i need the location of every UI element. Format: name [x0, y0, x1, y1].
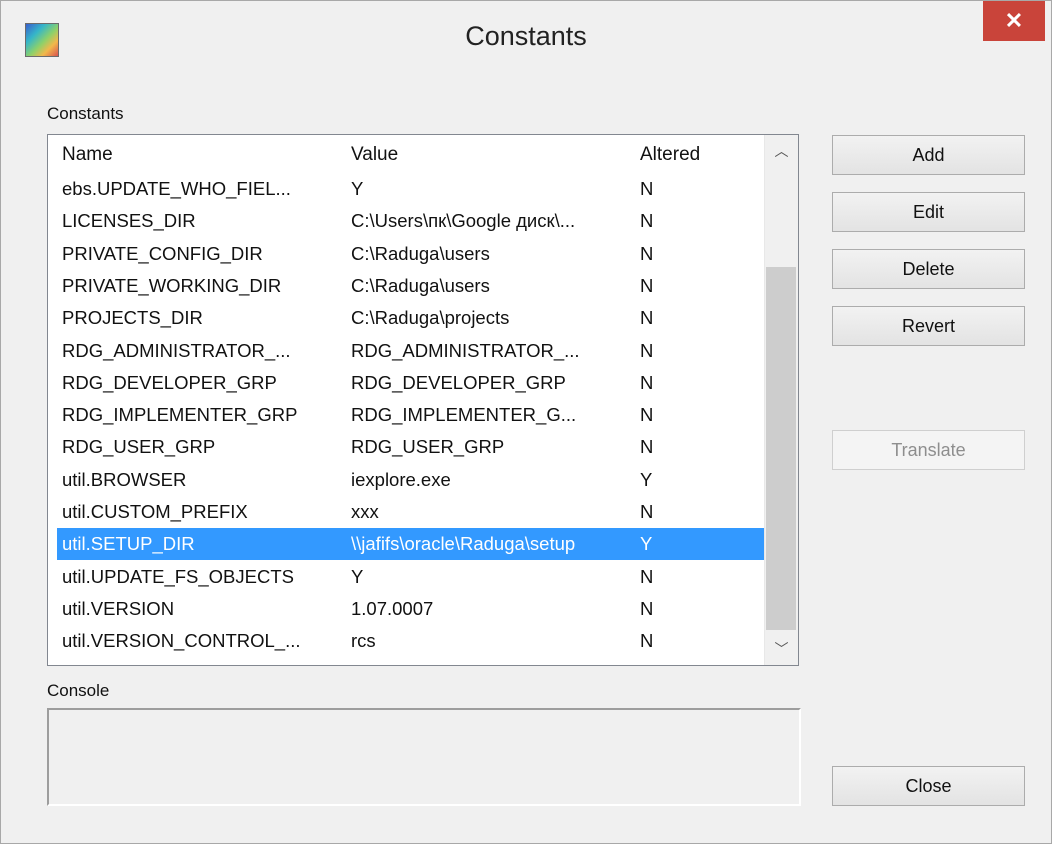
cell-name: util.VERSION — [62, 597, 175, 619]
cell-value: RDG_DEVELOPER_GRP — [351, 371, 566, 393]
vertical-scrollbar[interactable]: ︿ ﹀ — [764, 135, 798, 665]
table-row[interactable]: RDG_USER_GRP RDG_USER_GRP N — [57, 431, 766, 463]
cell-name: RDG_ADMINISTRATOR_... — [62, 339, 291, 361]
edit-button[interactable]: Edit — [832, 192, 1025, 232]
cell-altered: N — [640, 565, 654, 587]
constants-group-label: Constants — [47, 104, 124, 123]
cell-altered: N — [640, 501, 654, 522]
translate-button: Translate — [832, 430, 1025, 470]
cell-altered: N — [640, 274, 654, 296]
chevron-down-icon: ﹀ — [774, 641, 789, 657]
column-header-altered[interactable]: Altered — [640, 144, 700, 166]
cell-altered: N — [640, 436, 654, 458]
cell-value: xxx — [351, 501, 379, 522]
cell-name: util.BROWSER — [62, 468, 187, 490]
cell-altered: N — [640, 307, 654, 329]
table-row[interactable]: util.VERSION_CONTROL_... rcs N — [57, 625, 766, 657]
list-header: Name Value Altered — [48, 135, 766, 173]
cell-altered: N — [640, 630, 654, 652]
table-row[interactable]: util.VERSION 1.07.0007 N — [57, 593, 766, 625]
revert-button[interactable]: Revert — [832, 306, 1025, 346]
cell-altered: N — [640, 404, 654, 426]
cell-value: rcs — [351, 630, 376, 652]
cell-altered: N — [640, 242, 654, 264]
close-window-button[interactable]: ✕ — [983, 1, 1045, 41]
cell-value: C:\Raduga\projects — [351, 307, 510, 329]
table-row[interactable]: PRIVATE_CONFIG_DIR C:\Raduga\users N — [57, 238, 766, 270]
column-header-value[interactable]: Value — [351, 144, 398, 166]
table-row[interactable]: RDG_ADMINISTRATOR_... RDG_ADMINISTRATOR_.… — [57, 335, 766, 367]
table-row[interactable]: PRIVATE_WORKING_DIR C:\Raduga\users N — [57, 270, 766, 302]
table-row[interactable]: RDG_DEVELOPER_GRP RDG_DEVELOPER_GRP N — [57, 367, 766, 399]
cell-altered: N — [640, 178, 654, 199]
console-group-label: Console — [47, 681, 110, 700]
table-row[interactable]: ebs.UPDATE_WHO_FIEL... Y N — [57, 173, 766, 205]
cell-altered: Y — [640, 468, 653, 490]
cell-altered: N — [640, 339, 654, 361]
table-row[interactable]: PROJECTS_DIR C:\Raduga\projects N — [57, 302, 766, 334]
cell-name: PRIVATE_CONFIG_DIR — [62, 242, 263, 264]
cell-name: PROJECTS_DIR — [62, 307, 203, 329]
table-row[interactable]: util.CUSTOM_PREFIX xxx N — [57, 496, 766, 528]
cell-altered: N — [640, 210, 654, 232]
cell-name: LICENSES_DIR — [62, 210, 196, 232]
cell-value: iexplore.exe — [351, 468, 451, 490]
cell-value: 1.07.0007 — [351, 597, 434, 619]
title-bar[interactable]: Constants ✕ — [1, 1, 1051, 85]
constants-list[interactable]: Name Value Altered ebs.UPDATE_WHO_FIEL..… — [47, 134, 799, 666]
cell-value: RDG_ADMINISTRATOR_... — [351, 339, 580, 361]
cell-name: util.SETUP_DIR — [62, 533, 195, 555]
cell-value: RDG_USER_GRP — [351, 436, 505, 458]
table-row[interactable]: util.BROWSER iexplore.exe Y — [57, 464, 766, 496]
scroll-up-button[interactable]: ︿ — [765, 135, 798, 167]
cell-name: util.CUSTOM_PREFIX — [62, 501, 248, 522]
cell-value: C:\Users\пк\Google диск\... — [351, 210, 576, 232]
table-row[interactable]: util.UPDATE_FS_OBJECTS Y N — [57, 561, 766, 593]
cell-altered: N — [640, 371, 654, 393]
cell-name: util.VERSION_CONTROL_... — [62, 630, 301, 652]
cell-altered: N — [640, 597, 654, 619]
cell-value: C:\Raduga\users — [351, 274, 490, 296]
table-row[interactable]: RDG_IMPLEMENTER_GRP RDG_IMPLEMENTER_G... N — [57, 399, 766, 431]
scroll-down-button[interactable]: ﹀ — [765, 633, 798, 665]
chevron-up-icon: ︿ — [774, 143, 789, 159]
window-title: Constants — [465, 21, 587, 51]
cell-value: \\jafifs\oracle\Raduga\setup — [351, 533, 576, 555]
add-button[interactable]: Add — [832, 135, 1025, 175]
table-row[interactable]: util.SETUP_DIR \\jafifs\oracle\Raduga\set… — [57, 528, 766, 561]
close-button[interactable]: Close — [832, 766, 1025, 806]
cell-name: PRIVATE_WORKING_DIR — [62, 274, 282, 296]
cell-name: util.UPDATE_FS_OBJECTS — [62, 565, 294, 587]
cell-value: Y — [351, 565, 364, 587]
cell-name: ebs.UPDATE_WHO_FIEL... — [62, 178, 291, 199]
cell-name: RDG_USER_GRP — [62, 436, 216, 458]
cell-altered: Y — [640, 533, 653, 555]
close-icon: ✕ — [1004, 8, 1024, 33]
delete-button[interactable]: Delete — [832, 249, 1025, 289]
table-row[interactable]: LICENSES_DIR C:\Users\пк\Google диск\... N — [57, 205, 766, 237]
scroll-thumb[interactable] — [766, 267, 796, 630]
cell-value: Y — [351, 178, 364, 199]
cell-name: RDG_DEVELOPER_GRP — [62, 371, 277, 393]
constants-dialog: Constants ✕ Constants Name Value Altered… — [0, 0, 1052, 844]
column-header-name[interactable]: Name — [62, 144, 347, 166]
console-output[interactable] — [47, 708, 801, 806]
cell-value: RDG_IMPLEMENTER_G... — [351, 404, 577, 426]
cell-value: C:\Raduga\users — [351, 242, 490, 264]
cell-name: RDG_IMPLEMENTER_GRP — [62, 404, 298, 426]
